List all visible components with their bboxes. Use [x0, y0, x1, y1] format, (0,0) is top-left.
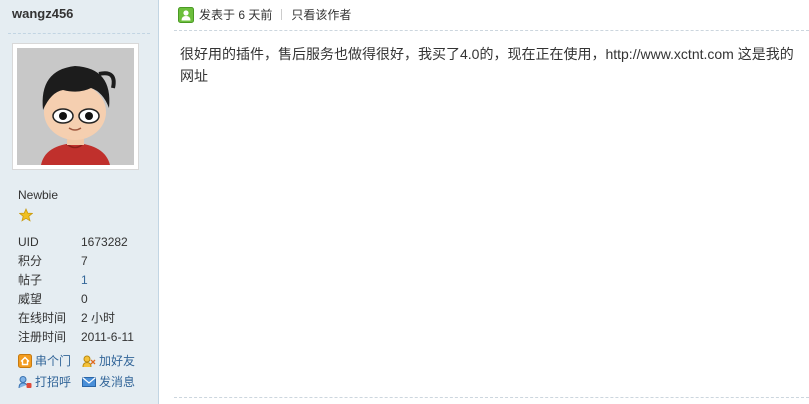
post-header: 发表于 6 天前 只看该作者 [178, 6, 351, 24]
author-actions: 串个门 加好友 打招呼 发消息 [18, 352, 146, 394]
sidebar-divider [8, 33, 150, 34]
post-footer-divider [174, 397, 809, 398]
posts-count-link[interactable]: 1 [81, 273, 88, 287]
mail-icon [82, 375, 96, 389]
avatar-image [17, 48, 134, 165]
stat-label: 注册时间 [18, 330, 67, 344]
author-only-link[interactable]: 只看该作者 [291, 8, 351, 22]
header-divider [174, 30, 809, 31]
stat-online-time: 在线时间 2 小时 [18, 309, 134, 328]
user-group[interactable]: Newbie [18, 188, 58, 202]
poke-button[interactable]: 打招呼 [18, 373, 82, 390]
stat-label: 帖子 [18, 273, 43, 287]
stat-value: 2011-6-11 [81, 330, 134, 344]
poke-icon [18, 375, 32, 389]
stat-uid: UID 1673282 [18, 233, 134, 252]
post-time: 发表于 6 天前 [199, 8, 273, 22]
send-message-label: 发消息 [99, 375, 136, 389]
level-star-icon [18, 207, 34, 225]
home-icon [18, 354, 32, 368]
visit-label: 串个门 [35, 354, 72, 368]
author-stats: UID 1673282 积分 7 帖子 1 威望 0 在线时间 2 小时 注册时间 2011… [18, 233, 134, 347]
stat-label: 积分 [18, 254, 43, 268]
author-sidebar: wangz456 Newbie UID 1673282 积分 7 帖子 1 威望… [0, 0, 159, 404]
stat-prestige: 威望 0 [18, 290, 134, 309]
poke-label: 打招呼 [35, 375, 72, 389]
stat-value: 1673282 [81, 235, 128, 249]
stat-value: 2 小时 [81, 311, 116, 325]
stat-label: 在线时间 [18, 311, 67, 325]
stat-points: 积分 7 [18, 252, 134, 271]
avatar[interactable] [12, 43, 139, 170]
author-username[interactable]: wangz456 [12, 6, 73, 21]
stat-value: 7 [81, 254, 88, 268]
post-content: 很好用的插件，售后服务也做得很好，我买了4.0的，现在正在使用，http://w… [180, 46, 794, 84]
add-friend-button[interactable]: 加好友 [82, 352, 146, 369]
stat-posts: 帖子 1 [18, 271, 134, 290]
header-separator [281, 9, 283, 20]
stat-value: 0 [81, 292, 88, 306]
visit-button[interactable]: 串个门 [18, 352, 82, 369]
add-friend-label: 加好友 [99, 354, 136, 368]
post-status-icon [178, 7, 194, 23]
stat-register-date: 注册时间 2011-6-11 [18, 328, 134, 347]
stat-label: 威望 [18, 292, 43, 306]
stat-label: UID [18, 235, 39, 249]
send-message-button[interactable]: 发消息 [82, 373, 146, 390]
friend-icon [82, 354, 96, 368]
